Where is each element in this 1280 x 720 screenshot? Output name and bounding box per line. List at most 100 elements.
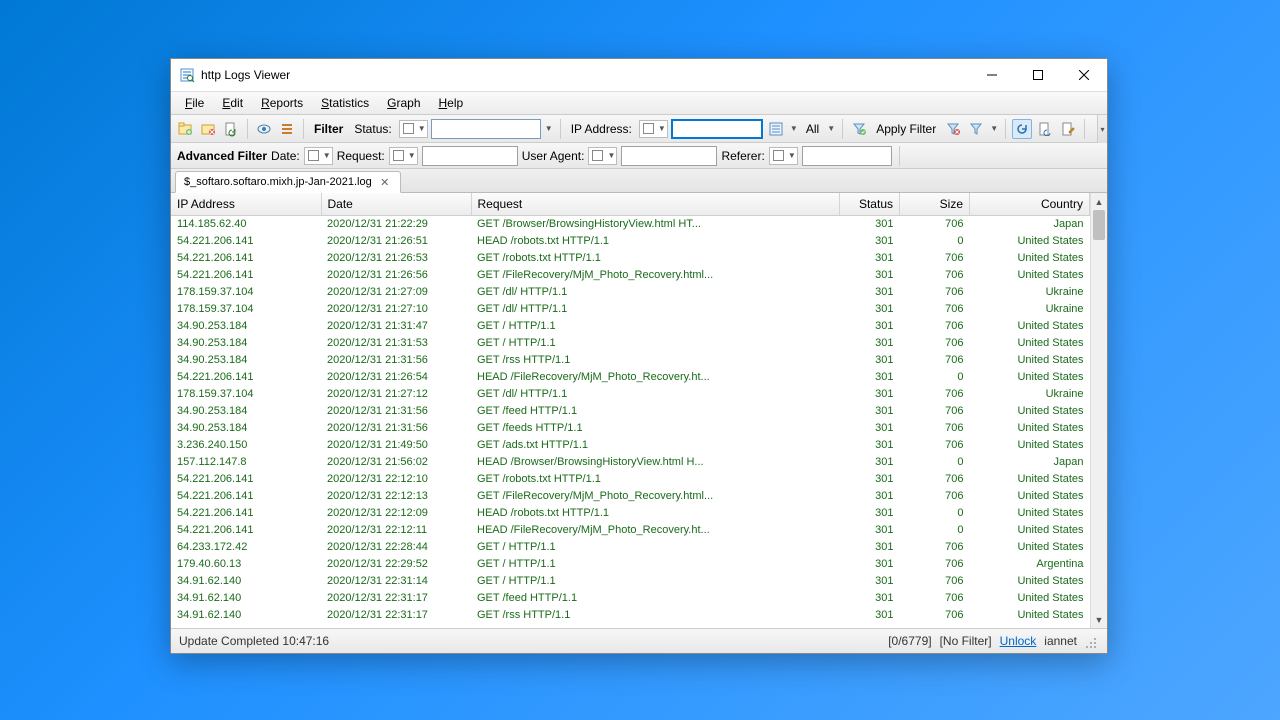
filter-label: Filter (310, 122, 347, 136)
all-label[interactable]: All (802, 122, 823, 136)
request-combo[interactable]: ▼ (389, 147, 418, 165)
table-row[interactable]: 34.90.253.1842020/12/31 21:31:56GET /rss… (171, 352, 1090, 369)
reload-file-icon[interactable] (221, 119, 241, 139)
open-icon[interactable] (175, 119, 195, 139)
table-row[interactable]: 54.221.206.1412020/12/31 22:12:09HEAD /r… (171, 505, 1090, 522)
remove-icon[interactable] (198, 119, 218, 139)
funnel-icon[interactable] (966, 119, 986, 139)
useragent-combo[interactable]: ▼ (588, 147, 617, 165)
menu-file[interactable]: File (177, 94, 212, 112)
cell-ip: 34.90.253.184 (171, 352, 321, 369)
table-row[interactable]: 64.233.172.422020/12/31 22:28:44GET / HT… (171, 539, 1090, 556)
table-row[interactable]: 54.221.206.1412020/12/31 21:26:54HEAD /F… (171, 369, 1090, 386)
table-row[interactable]: 54.221.206.1412020/12/31 21:26:56GET /Fi… (171, 267, 1090, 284)
scroll-thumb[interactable] (1093, 210, 1105, 240)
col-date[interactable]: Date (321, 193, 471, 216)
useragent-input[interactable] (621, 146, 717, 166)
cell-ip: 54.221.206.141 (171, 522, 321, 539)
table-row[interactable]: 54.221.206.1412020/12/31 21:26:53GET /ro… (171, 250, 1090, 267)
cell-ip: 54.221.206.141 (171, 267, 321, 284)
cell-country: United States (970, 488, 1090, 505)
referer-combo[interactable]: ▼ (769, 147, 798, 165)
resize-grip-icon[interactable] (1085, 637, 1099, 651)
table-row[interactable]: 34.90.253.1842020/12/31 21:31:53GET / HT… (171, 335, 1090, 352)
table-row[interactable]: 54.221.206.1412020/12/31 22:12:11HEAD /F… (171, 522, 1090, 539)
cell-request: GET / HTTP/1.1 (471, 556, 840, 573)
table-row[interactable]: 54.221.206.1412020/12/31 22:12:13GET /Fi… (171, 488, 1090, 505)
cell-size: 0 (900, 522, 970, 539)
date-combo[interactable]: ▼ (304, 147, 333, 165)
table-row[interactable]: 178.159.37.1042020/12/31 21:27:10GET /dl… (171, 301, 1090, 318)
cell-country: United States (970, 505, 1090, 522)
col-size[interactable]: Size (900, 193, 970, 216)
table-row[interactable]: 3.236.240.1502020/12/31 21:49:50GET /ads… (171, 437, 1090, 454)
tab-label: $_softaro.softaro.mixh.jp-Jan-2021.log (184, 176, 372, 188)
table-row[interactable]: 178.159.37.1042020/12/31 21:27:09GET /dl… (171, 284, 1090, 301)
table-row[interactable]: 34.90.253.1842020/12/31 21:31:47GET / HT… (171, 318, 1090, 335)
ip-combo[interactable]: ▼ (639, 120, 668, 138)
menu-statistics[interactable]: Statistics (313, 94, 377, 112)
cell-status: 301 (840, 216, 900, 234)
log-grid[interactable]: IP Address Date Request Status Size Coun… (171, 193, 1090, 628)
funnel-clear-icon[interactable] (943, 119, 963, 139)
col-ip[interactable]: IP Address (171, 193, 321, 216)
table-row[interactable]: 114.185.62.402020/12/31 21:22:29GET /Bro… (171, 216, 1090, 234)
table-row[interactable]: 34.91.62.1402020/12/31 22:31:17GET /feed… (171, 590, 1090, 607)
col-status[interactable]: Status (840, 193, 900, 216)
view-icon[interactable] (254, 119, 274, 139)
table-row[interactable]: 157.112.147.82020/12/31 21:56:02HEAD /Br… (171, 454, 1090, 471)
apply-filter-button[interactable]: Apply Filter (872, 122, 940, 136)
all-dropdown[interactable]: ▼ (826, 119, 836, 139)
menu-reports[interactable]: Reports (253, 94, 311, 112)
table-row[interactable]: 34.91.62.1402020/12/31 22:31:17GET /rss … (171, 607, 1090, 624)
scroll-down-icon[interactable]: ▼ (1091, 611, 1107, 628)
ip-filter-dropdown[interactable]: ▼ (789, 119, 799, 139)
table-row[interactable]: 179.40.60.132020/12/31 22:29:52GET / HTT… (171, 556, 1090, 573)
menu-help[interactable]: Help (431, 94, 472, 112)
ip-picker-icon[interactable] (766, 119, 786, 139)
cell-country: Japan (970, 216, 1090, 234)
cell-country: United States (970, 369, 1090, 386)
titlebar[interactable]: http Logs Viewer (171, 59, 1107, 91)
unlock-link[interactable]: Unlock (1000, 634, 1037, 648)
col-country[interactable]: Country (970, 193, 1090, 216)
scroll-track[interactable] (1091, 210, 1107, 611)
menu-edit[interactable]: Edit (214, 94, 251, 112)
toolbar-overflow[interactable]: ▾ (1097, 115, 1107, 143)
cell-request: GET /rss HTTP/1.1 (471, 352, 840, 369)
close-button[interactable] (1061, 59, 1107, 91)
table-row[interactable]: 54.221.206.1412020/12/31 21:26:51HEAD /r… (171, 233, 1090, 250)
table-row[interactable]: 34.90.253.1842020/12/31 21:31:56GET /fee… (171, 420, 1090, 437)
status-filter-input[interactable] (431, 119, 541, 139)
status-combo[interactable]: ▼ (399, 120, 428, 138)
menu-graph[interactable]: Graph (379, 94, 428, 112)
doc-refresh-icon[interactable] (1035, 119, 1055, 139)
cell-ip: 54.221.206.141 (171, 488, 321, 505)
vertical-scrollbar[interactable]: ▲ ▼ (1090, 193, 1107, 628)
scroll-up-icon[interactable]: ▲ (1091, 193, 1107, 210)
minimize-button[interactable] (969, 59, 1015, 91)
refresh-icon[interactable] (1012, 119, 1032, 139)
maximize-button[interactable] (1015, 59, 1061, 91)
ip-filter-input[interactable] (671, 119, 763, 139)
cell-date: 2020/12/31 21:26:53 (321, 250, 471, 267)
request-input[interactable] (422, 146, 518, 166)
file-tab[interactable]: $_softaro.softaro.mixh.jp-Jan-2021.log ✕ (175, 171, 401, 193)
funnel-apply-icon[interactable] (849, 119, 869, 139)
cell-status: 301 (840, 471, 900, 488)
cell-request: GET /robots.txt HTTP/1.1 (471, 471, 840, 488)
table-row[interactable]: 54.221.206.1412020/12/31 22:12:10GET /ro… (171, 471, 1090, 488)
cell-country: Ukraine (970, 386, 1090, 403)
doc-edit-icon[interactable] (1058, 119, 1078, 139)
table-row[interactable]: 178.159.37.1042020/12/31 21:27:12GET /dl… (171, 386, 1090, 403)
cell-country: United States (970, 420, 1090, 437)
table-row[interactable]: 34.90.253.1842020/12/31 21:31:56GET /fee… (171, 403, 1090, 420)
table-row[interactable]: 34.91.62.1402020/12/31 22:31:14GET / HTT… (171, 573, 1090, 590)
col-request[interactable]: Request (471, 193, 840, 216)
referer-input[interactable] (802, 146, 892, 166)
list-icon[interactable] (277, 119, 297, 139)
cell-size: 706 (900, 284, 970, 301)
status-filter-dropdown[interactable]: ▼ (544, 119, 554, 139)
tab-close-icon[interactable]: ✕ (378, 175, 392, 189)
funnel-dropdown[interactable]: ▼ (989, 119, 999, 139)
